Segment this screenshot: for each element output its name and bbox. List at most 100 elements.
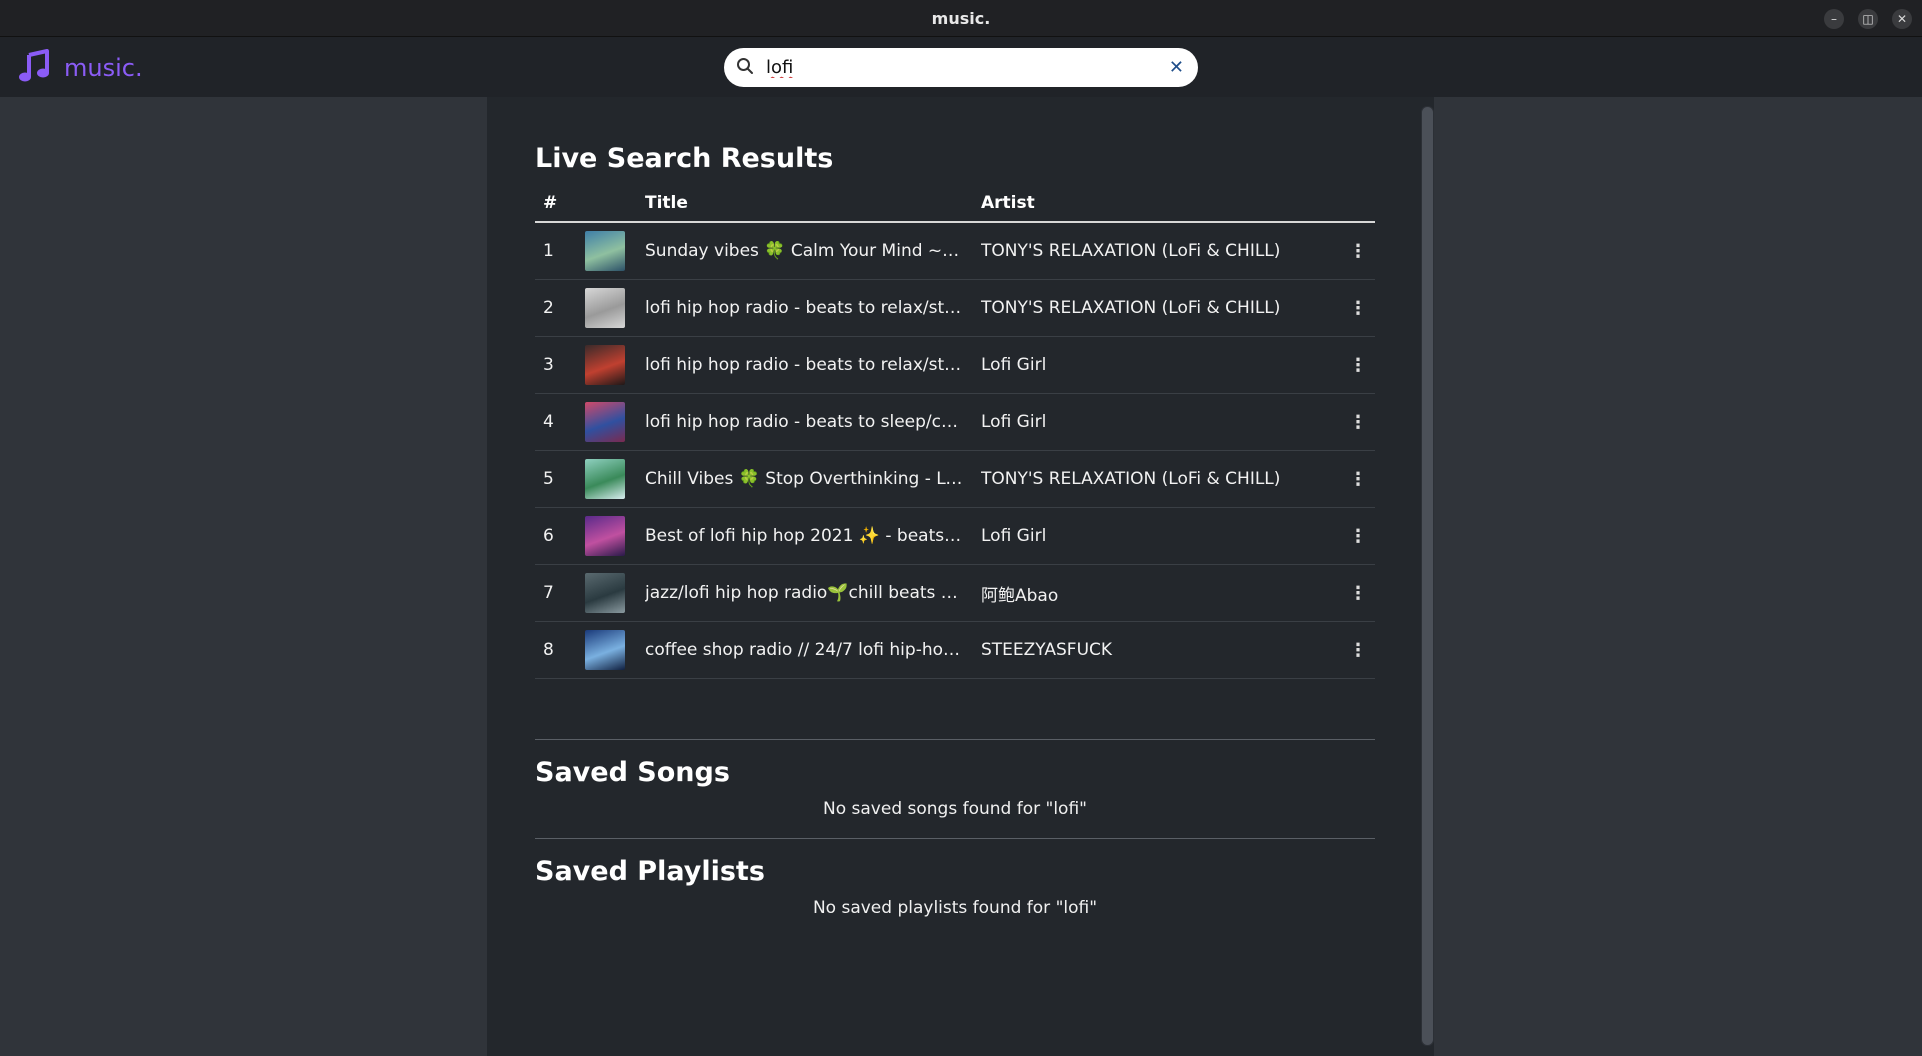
track-title[interactable]: Best of lofi hip hop 2021 ✨ - beats to r… (645, 526, 963, 546)
artist-cell: TONY'S RELAXATION (LoFi & CHILL) (981, 222, 1341, 280)
title-cell: Chill Vibes 🍀 Stop Overthinking - Lofi h… (645, 450, 981, 508)
results-table: # Title Artist 1 Sunday vibes 🍀 Calm Your… (535, 185, 1375, 679)
track-artist[interactable]: Lofi Girl (981, 412, 1341, 432)
window-title: music. (931, 8, 991, 28)
search-icon (736, 57, 754, 79)
close-button[interactable]: ✕ (1892, 9, 1912, 29)
track-thumbnail[interactable] (585, 573, 625, 613)
artist-cell: Lofi Girl (981, 393, 1341, 451)
track-title[interactable]: Sunday vibes 🍀 Calm Your Mind ~ Lofi hi… (645, 241, 963, 261)
track-artist[interactable]: Lofi Girl (981, 526, 1341, 546)
saved-playlists-empty-message: No saved playlists found for "lofi" (812, 898, 1098, 918)
table-row[interactable]: 1 Sunday vibes 🍀 Calm Your Mind ~ Lofi hi… (535, 222, 1375, 280)
artist-cell: Lofi Girl (981, 507, 1341, 565)
table-row[interactable]: 8 coffee shop radio // 24/7 lofi hip-hop … (535, 621, 1375, 679)
table-row[interactable]: 3 lofi hip hop radio - beats to relax/stu… (535, 336, 1375, 394)
track-artist[interactable]: TONY'S RELAXATION (LoFi & CHILL) (981, 469, 1341, 489)
artist-cell: 阿鲍Abao (981, 564, 1341, 622)
more-options-icon[interactable]: ⋮ (1349, 355, 1367, 376)
artist-cell: STEEZYASFUCK (981, 621, 1341, 679)
track-title[interactable]: lofi hip hop radio - beats to relax/stud… (645, 298, 963, 318)
music-note-icon (18, 49, 50, 87)
saved-songs-empty-message: No saved songs found for "lofi" (823, 799, 1087, 819)
track-thumbnail[interactable] (585, 231, 625, 271)
track-number: 5 (535, 450, 585, 508)
actions-cell: ⋮ (1341, 507, 1375, 565)
saved-playlists-title: Saved Playlists (535, 856, 765, 887)
track-number: 4 (535, 393, 585, 451)
table-row[interactable]: 5 Chill Vibes 🍀 Stop Overthinking - Lofi … (535, 450, 1375, 508)
actions-cell: ⋮ (1341, 393, 1375, 451)
track-thumbnail[interactable] (585, 345, 625, 385)
thumbnail-cell (585, 336, 645, 394)
track-title[interactable]: Chill Vibes 🍀 Stop Overthinking - Lofi h… (645, 469, 963, 489)
track-thumbnail[interactable] (585, 288, 625, 328)
app-logo[interactable]: music. (18, 49, 143, 87)
more-options-icon[interactable]: ⋮ (1349, 412, 1367, 433)
section-divider (535, 739, 1375, 740)
title-cell: lofi hip hop radio - beats to sleep/chil… (645, 393, 981, 451)
table-row[interactable]: 7 jazz/lofi hip hop radio🌱chill beats to … (535, 564, 1375, 622)
more-options-icon[interactable]: ⋮ (1349, 583, 1367, 604)
column-header-artist: Artist (981, 185, 1341, 223)
track-title[interactable]: jazz/lofi hip hop radio🌱chill beats to r… (645, 583, 963, 603)
saved-songs-title: Saved Songs (535, 757, 730, 788)
track-number: 7 (535, 564, 585, 622)
track-thumbnail[interactable] (585, 459, 625, 499)
track-number: 6 (535, 507, 585, 565)
track-title[interactable]: coffee shop radio // 24/7 lofi hip-hop b… (645, 640, 963, 660)
track-number: 1 (535, 222, 585, 280)
artist-cell: Lofi Girl (981, 336, 1341, 394)
window-titlebar: music. – ◫ ✕ (0, 0, 1922, 37)
results-body: 1 Sunday vibes 🍀 Calm Your Mind ~ Lofi hi… (535, 222, 1375, 679)
track-number: 3 (535, 336, 585, 394)
track-artist[interactable]: TONY'S RELAXATION (LoFi & CHILL) (981, 241, 1341, 261)
actions-cell: ⋮ (1341, 222, 1375, 280)
track-artist[interactable]: Lofi Girl (981, 355, 1341, 375)
track-thumbnail[interactable] (585, 630, 625, 670)
more-options-icon[interactable]: ⋮ (1349, 526, 1367, 547)
more-options-icon[interactable]: ⋮ (1349, 640, 1367, 661)
thumbnail-cell (585, 393, 645, 451)
maximize-button[interactable]: ◫ (1858, 9, 1878, 29)
artist-cell: TONY'S RELAXATION (LoFi & CHILL) (981, 279, 1341, 337)
table-row[interactable]: 4 lofi hip hop radio - beats to sleep/chi… (535, 393, 1375, 451)
track-artist[interactable]: 阿鲍Abao (981, 581, 1341, 606)
track-artist[interactable]: TONY'S RELAXATION (LoFi & CHILL) (981, 298, 1341, 318)
track-thumbnail[interactable] (585, 516, 625, 556)
thumbnail-cell (585, 222, 645, 280)
more-options-icon[interactable]: ⋮ (1349, 241, 1367, 262)
actions-cell: ⋮ (1341, 450, 1375, 508)
track-number: 2 (535, 279, 585, 337)
track-title[interactable]: lofi hip hop radio - beats to relax/stud… (645, 355, 963, 375)
actions-cell: ⋮ (1341, 621, 1375, 679)
title-cell: lofi hip hop radio - beats to relax/stud… (645, 336, 981, 394)
thumbnail-cell (585, 507, 645, 565)
live-results-title: Live Search Results (535, 143, 834, 174)
thumbnail-cell (585, 450, 645, 508)
column-header-thumb (585, 185, 645, 223)
search-input[interactable] (764, 56, 1169, 79)
app-header: music. ✕ (0, 37, 1922, 97)
table-row[interactable]: 2 lofi hip hop radio - beats to relax/stu… (535, 279, 1375, 337)
scrollbar-thumb[interactable] (1422, 107, 1433, 1045)
artist-cell: TONY'S RELAXATION (LoFi & CHILL) (981, 450, 1341, 508)
window-controls: – ◫ ✕ (1824, 9, 1912, 29)
more-options-icon[interactable]: ⋮ (1349, 298, 1367, 319)
column-header-number: # (535, 185, 585, 223)
thumbnail-cell (585, 279, 645, 337)
title-cell: jazz/lofi hip hop radio🌱chill beats to r… (645, 564, 981, 622)
track-number: 8 (535, 621, 585, 679)
actions-cell: ⋮ (1341, 564, 1375, 622)
actions-cell: ⋮ (1341, 336, 1375, 394)
section-divider (535, 838, 1375, 839)
track-artist[interactable]: STEEZYASFUCK (981, 640, 1341, 660)
track-title[interactable]: lofi hip hop radio - beats to sleep/chil… (645, 412, 963, 432)
more-options-icon[interactable]: ⋮ (1349, 469, 1367, 490)
clear-search-icon[interactable]: ✕ (1169, 57, 1184, 78)
title-cell: Sunday vibes 🍀 Calm Your Mind ~ Lofi hi… (645, 222, 981, 280)
track-thumbnail[interactable] (585, 402, 625, 442)
app-name: music. (64, 54, 143, 82)
table-row[interactable]: 6 Best of lofi hip hop 2021 ✨ - beats to … (535, 507, 1375, 565)
minimize-button[interactable]: – (1824, 9, 1844, 29)
